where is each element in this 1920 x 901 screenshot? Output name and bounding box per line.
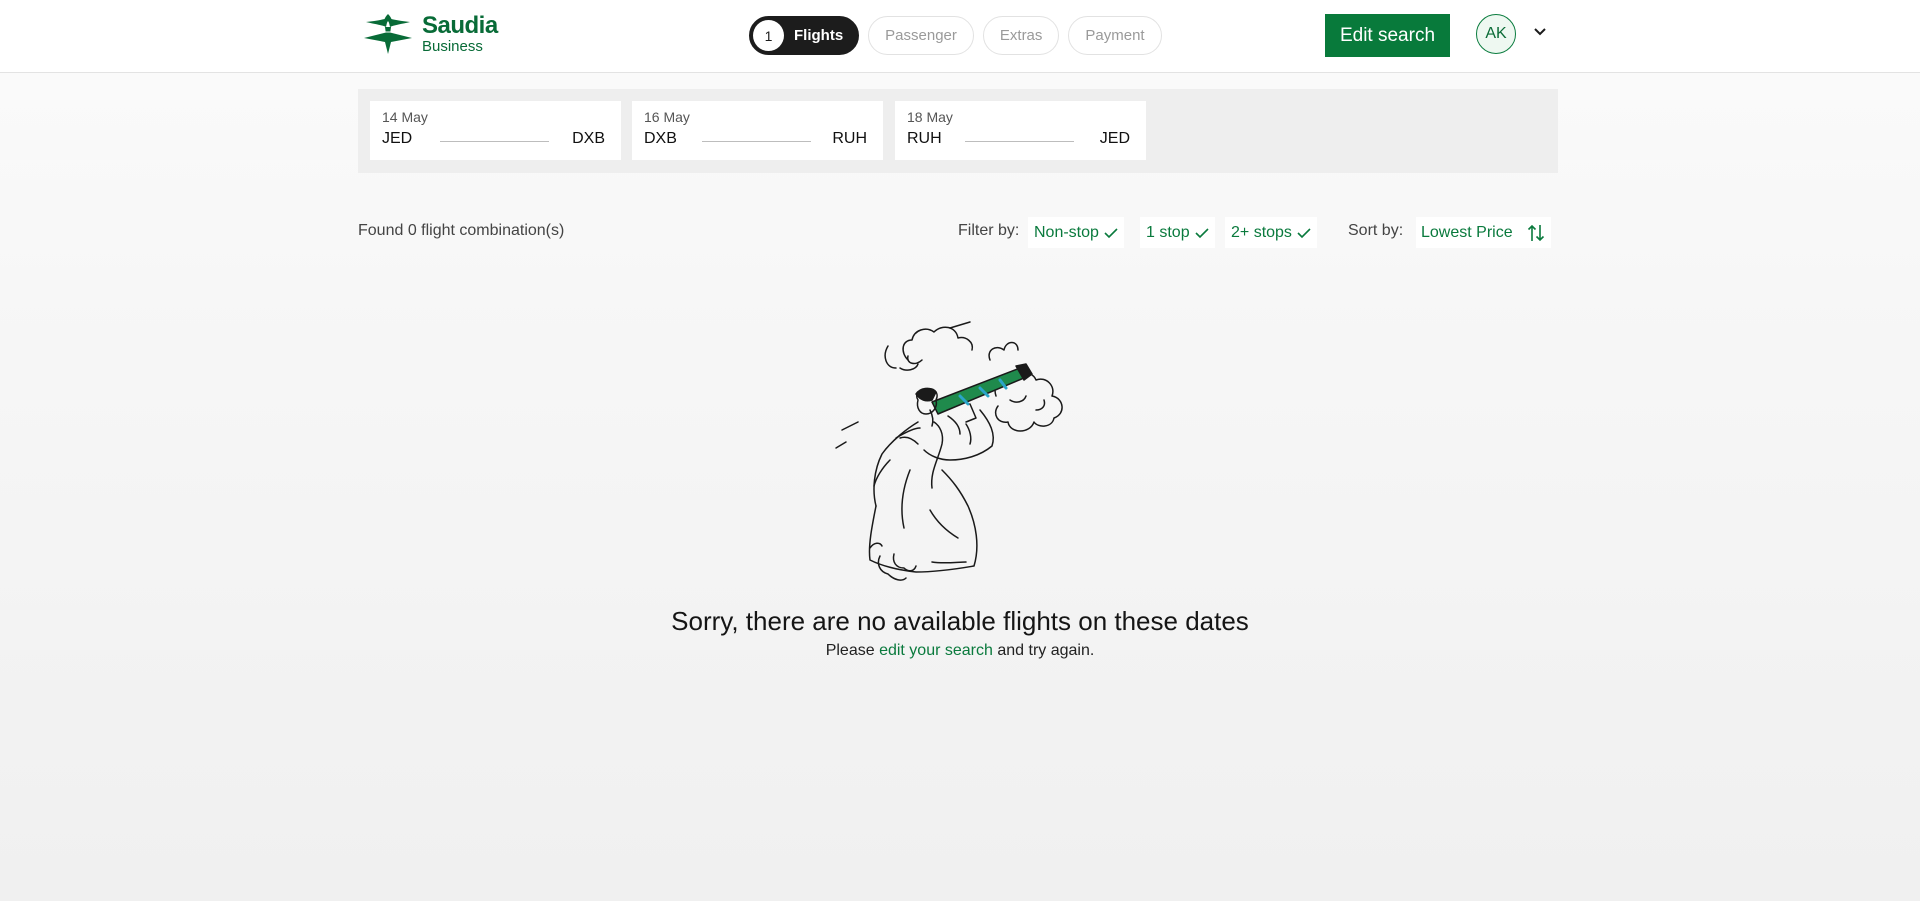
- empty-state-message: Please edit your search and try again.: [0, 642, 1920, 660]
- step-payment[interactable]: Payment: [1068, 16, 1162, 55]
- step-label: Passenger: [885, 27, 957, 44]
- sort-dropdown[interactable]: Lowest Price: [1416, 217, 1551, 248]
- filter-non-stop[interactable]: Non-stop: [1028, 217, 1124, 248]
- results-count: Found 0 flight combination(s): [358, 222, 565, 239]
- filter-label-text: 1 stop: [1146, 223, 1190, 241]
- empty-state-suffix: and try again.: [997, 642, 1095, 659]
- edit-search-link[interactable]: edit your search: [879, 642, 993, 659]
- top-header: Saudia Business 1 Flights Passenger Extr…: [0, 0, 1920, 73]
- saudia-logo[interactable]: Saudia Business: [358, 12, 498, 56]
- segment-destination: DXB: [572, 130, 605, 147]
- brand-subtitle: Business: [422, 38, 483, 55]
- segment-origin: JED: [382, 130, 413, 147]
- booking-steps: 1 Flights Passenger Extras Payment: [749, 16, 1162, 55]
- user-avatar[interactable]: AK: [1476, 14, 1516, 54]
- step-extras[interactable]: Extras: [982, 16, 1060, 55]
- edit-search-button[interactable]: Edit search: [1325, 14, 1450, 57]
- segment-date: 16 May: [644, 109, 690, 125]
- segment-origin: DXB: [644, 130, 677, 147]
- segment-destination: JED: [1099, 130, 1130, 147]
- step-passenger[interactable]: Passenger: [868, 16, 974, 55]
- step-label: Flights: [794, 27, 844, 44]
- filter-1-stop[interactable]: 1 stop: [1140, 217, 1215, 248]
- sort-value: Lowest Price: [1421, 223, 1513, 241]
- filter-label: Filter by:: [958, 222, 1020, 239]
- flight-segment[interactable]: 18 May RUH JED: [895, 101, 1146, 160]
- chevron-down-icon[interactable]: [1532, 26, 1548, 38]
- empty-state-title: Sorry, there are no available flights on…: [671, 606, 1249, 636]
- segment-route-line: [965, 141, 1074, 142]
- filter-2-plus-stops[interactable]: 2+ stops: [1225, 217, 1317, 248]
- segment-date: 14 May: [382, 109, 428, 125]
- check-icon: [1104, 227, 1118, 238]
- step-label: Extras: [999, 27, 1043, 44]
- segment-route-line: [702, 141, 811, 142]
- check-icon: [1195, 227, 1209, 238]
- segment-destination: RUH: [832, 130, 867, 147]
- person-with-telescope-illustration: [835, 321, 1063, 581]
- step-number: 1: [753, 20, 784, 51]
- segment-origin: RUH: [907, 130, 942, 147]
- flight-segment[interactable]: 16 May DXB RUH: [632, 101, 883, 160]
- sort-label: Sort by:: [1348, 222, 1404, 239]
- step-flights[interactable]: 1 Flights: [749, 16, 860, 55]
- step-label: Payment: [1085, 27, 1145, 44]
- palm-swords-logo-icon: [364, 14, 412, 54]
- segment-route-line: [440, 141, 549, 142]
- filter-label-text: 2+ stops: [1231, 223, 1292, 241]
- segment-date: 18 May: [907, 109, 953, 125]
- check-icon: [1297, 227, 1311, 238]
- empty-state-prefix: Please: [825, 642, 875, 659]
- flight-segment[interactable]: 14 May JED DXB: [370, 101, 621, 160]
- sort-arrows-icon: [1527, 224, 1544, 241]
- brand-name: Saudia: [422, 12, 498, 39]
- filter-label-text: Non-stop: [1034, 223, 1099, 241]
- itinerary-bar: 14 May JED DXB 16 May DXB RUH 18 May RUH…: [358, 89, 1558, 173]
